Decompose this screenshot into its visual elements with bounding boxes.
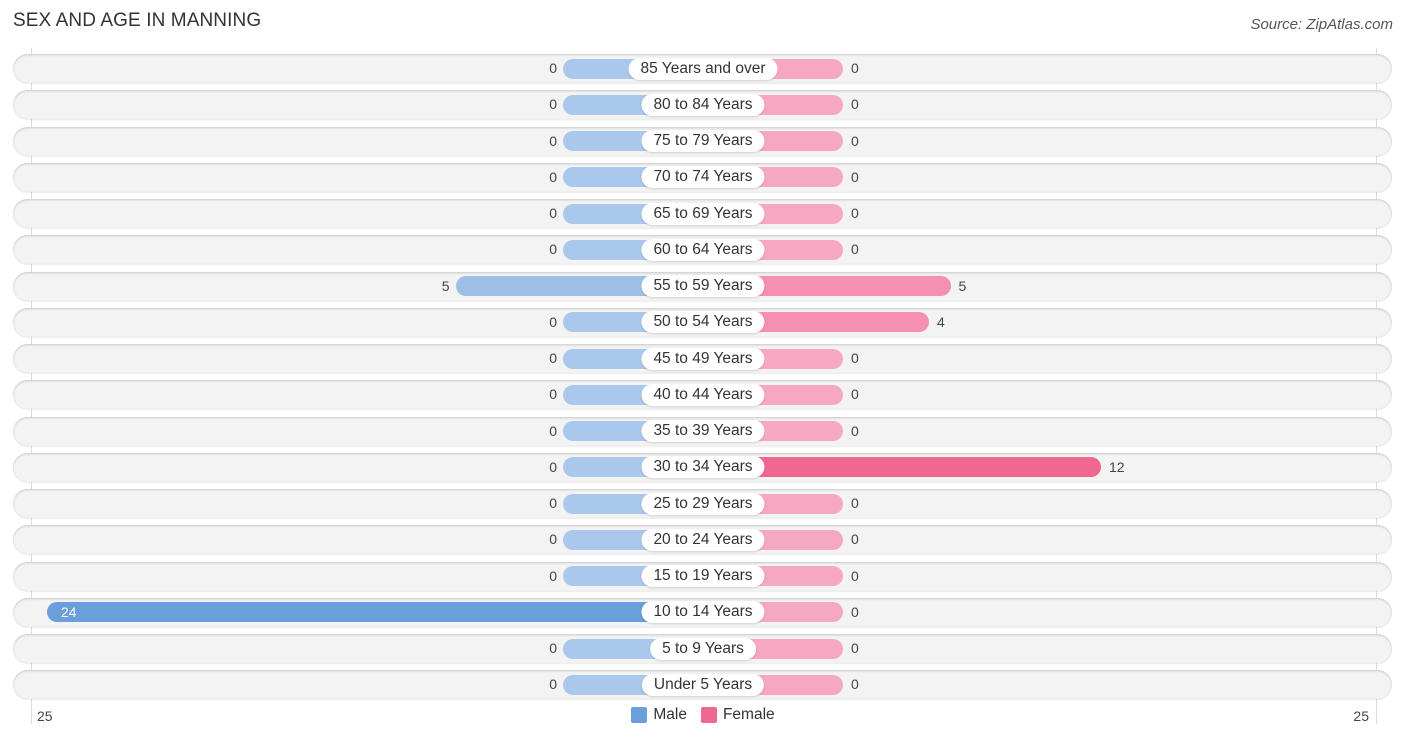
value-label-female: 0: [851, 640, 859, 656]
category-label: 65 to 69 Years: [641, 202, 765, 225]
value-label-male: 24: [61, 603, 77, 620]
legend: Male Female: [0, 706, 1406, 724]
value-label-female: 0: [851, 205, 859, 221]
chart-row: 0 0 20 to 24 Years: [13, 525, 1392, 555]
category-label: 35 to 39 Years: [641, 420, 765, 442]
value-label-male: 0: [549, 350, 557, 366]
chart-row: 0 0 25 to 29 Years: [13, 489, 1392, 518]
chart-row: 0 4 50 to 54 Years: [13, 307, 1392, 337]
value-label-male: 0: [549, 676, 557, 693]
value-label-female: 4: [937, 313, 945, 330]
chart-row: 5 5 55 to 59 Years: [13, 271, 1392, 301]
chart-row: 24 0 10 to 14 Years: [13, 597, 1392, 627]
value-label-female: 5: [958, 277, 967, 294]
chart-row: 0 12 30 to 34 Years: [13, 452, 1392, 482]
source-label: Source: ZipAtlas.com: [1250, 16, 1393, 33]
category-label: 30 to 34 Years: [641, 456, 765, 479]
value-label-female: 0: [851, 495, 859, 511]
chart-row: 0 0 45 to 49 Years: [13, 344, 1392, 373]
category-label: 40 to 44 Years: [641, 383, 765, 406]
value-label-male: 0: [549, 567, 557, 584]
category-label: 55 to 59 Years: [641, 275, 765, 297]
category-label: 85 Years and over: [628, 57, 778, 80]
legend-item-male[interactable]: Male: [631, 706, 687, 724]
category-label: 15 to 19 Years: [641, 565, 765, 587]
chart-row: 0 0 Under 5 Years: [13, 670, 1392, 700]
value-label-male: 0: [549, 495, 557, 511]
category-label: 45 to 49 Years: [641, 347, 765, 370]
chart-row: 0 0 75 to 79 Years: [13, 126, 1392, 156]
category-label: 50 to 54 Years: [641, 311, 765, 334]
value-label-male: 0: [549, 96, 557, 113]
chart-row: 0 0 35 to 39 Years: [13, 416, 1392, 446]
legend-swatch-male: [631, 707, 648, 723]
value-label-female: 0: [851, 676, 859, 693]
category-label: 25 to 29 Years: [641, 492, 765, 515]
category-label: 10 to 14 Years: [641, 601, 765, 624]
chart-title: SEX AND AGE IN MANNING: [13, 10, 262, 31]
chart-row: 0 0 65 to 69 Years: [13, 199, 1392, 228]
legend-label-female: Female: [722, 706, 775, 723]
chart-row: 0 0 5 to 9 Years: [13, 634, 1392, 663]
value-label-male: 0: [549, 168, 557, 185]
value-label-female: 0: [851, 422, 859, 439]
chart-row: 0 0 40 to 44 Years: [13, 380, 1392, 410]
value-label-female: 0: [851, 168, 859, 185]
bar-male[interactable]: [47, 602, 703, 623]
value-label-female: 0: [851, 386, 859, 403]
chart-row: 0 0 70 to 74 Years: [13, 162, 1392, 192]
category-label: 70 to 74 Years: [641, 166, 765, 189]
value-label-male: 0: [549, 640, 557, 656]
legend-label-male: Male: [653, 706, 687, 723]
category-label: 20 to 24 Years: [641, 528, 765, 551]
category-label: 5 to 9 Years: [650, 637, 756, 660]
category-label: 60 to 64 Years: [641, 238, 765, 261]
value-label-male: 0: [549, 241, 557, 258]
value-label-female: 0: [851, 350, 859, 366]
value-label-male: 0: [549, 60, 557, 76]
value-label-female: 0: [851, 132, 859, 149]
value-label-female: 0: [851, 531, 859, 548]
value-label-male: 0: [549, 386, 557, 403]
value-label-female: 0: [851, 241, 859, 258]
chart-row: 0 0 80 to 84 Years: [13, 90, 1392, 120]
value-label-male: 0: [549, 132, 557, 149]
legend-item-female[interactable]: Female: [700, 706, 775, 724]
value-label-male: 0: [549, 458, 557, 475]
value-label-male: 0: [549, 313, 557, 330]
value-label-male: 5: [441, 277, 450, 294]
value-label-male: 0: [549, 422, 557, 439]
value-label-female: 0: [851, 567, 859, 584]
legend-swatch-female: [700, 707, 717, 723]
value-label-male: 0: [549, 531, 557, 548]
chart-row: 0 0 15 to 19 Years: [13, 561, 1392, 591]
value-label-female: 12: [1109, 458, 1125, 475]
category-label: 75 to 79 Years: [641, 130, 765, 152]
value-label-female: 0: [851, 60, 859, 76]
category-label: 80 to 84 Years: [641, 93, 765, 116]
value-label-female: 0: [851, 603, 859, 620]
value-label-male: 0: [549, 205, 557, 221]
chart-row: 0 0 85 Years and over: [13, 54, 1392, 83]
value-label-female: 0: [851, 96, 859, 113]
category-label: Under 5 Years: [641, 673, 765, 696]
chart-row: 0 0 60 to 64 Years: [13, 235, 1392, 265]
